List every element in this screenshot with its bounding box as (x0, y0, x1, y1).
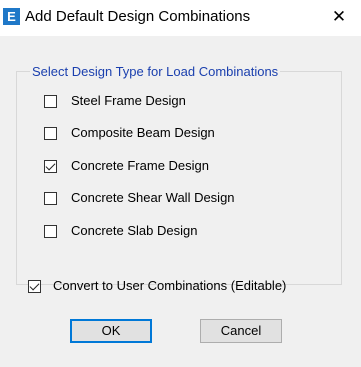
close-button[interactable]: ✕ (322, 2, 356, 32)
concrete-shear-wall-design-checkbox[interactable] (44, 191, 57, 205)
option-steel-frame-design[interactable]: Steel Frame Design (44, 91, 186, 111)
option-concrete-slab-design[interactable]: Concrete Slab Design (44, 221, 197, 241)
option-label: Steel Frame Design (71, 93, 186, 108)
app-icon: E (3, 8, 20, 25)
title-bar: E Add Default Design Combinations ✕ (0, 0, 361, 36)
convert-label: Convert to User Combinations (Editable) (53, 278, 287, 293)
option-concrete-shear-wall-design[interactable]: Concrete Shear Wall Design (44, 188, 235, 208)
cancel-button[interactable]: Cancel (200, 319, 282, 343)
concrete-slab-design-checkbox[interactable] (44, 224, 57, 238)
option-concrete-frame-design[interactable]: Concrete Frame Design (44, 156, 209, 176)
option-label: Concrete Frame Design (71, 158, 209, 173)
steel-frame-design-checkbox[interactable] (44, 94, 57, 108)
option-label: Concrete Shear Wall Design (71, 190, 235, 205)
concrete-frame-design-checkbox[interactable] (44, 159, 57, 173)
convert-to-user-combinations[interactable]: Convert to User Combinations (Editable) (28, 276, 286, 296)
ok-button[interactable]: OK (70, 319, 152, 343)
option-label: Composite Beam Design (71, 125, 215, 140)
group-legend: Select Design Type for Load Combinations (30, 64, 281, 80)
window-title: Add Default Design Combinations (25, 8, 251, 25)
convert-checkbox[interactable] (28, 279, 41, 293)
option-composite-beam-design[interactable]: Composite Beam Design (44, 123, 215, 143)
option-label: Concrete Slab Design (71, 223, 198, 238)
composite-beam-design-checkbox[interactable] (44, 126, 57, 140)
